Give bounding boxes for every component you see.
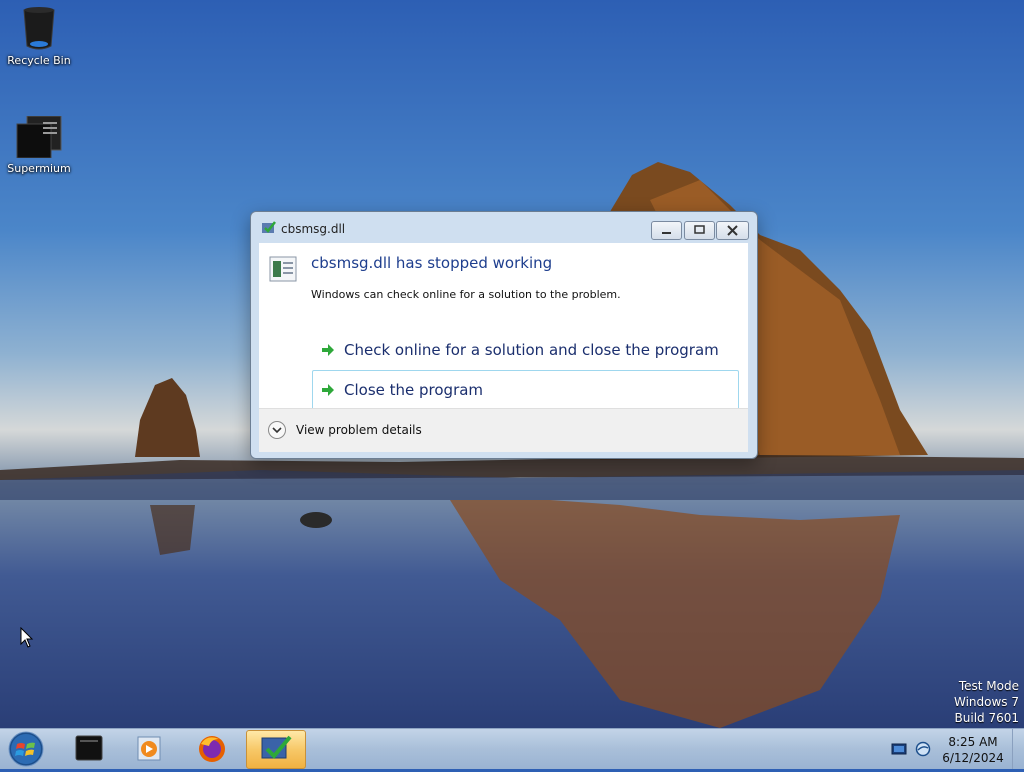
close-button[interactable] <box>716 221 749 240</box>
chevron-down-icon <box>268 421 286 439</box>
mouse-cursor-icon <box>20 627 34 648</box>
dialog-message: Windows can check online for a solution … <box>311 288 621 301</box>
green-arrow-icon <box>322 384 334 396</box>
maximize-icon <box>694 225 705 234</box>
taskbar-terminal[interactable] <box>60 730 118 767</box>
system-clock[interactable]: 8:25 AM 6/12/2024 <box>936 734 1010 766</box>
firefox-icon <box>199 736 225 762</box>
dialog-title: cbsmsg.dll <box>281 222 346 236</box>
check-online-label: Check online for a solution and close th… <box>344 341 719 359</box>
windows-logo-icon <box>8 731 44 767</box>
error-dialog: cbsmsg.dll cbsmsg.dll has stopped workin… <box>250 211 758 459</box>
error-reporting-icon <box>261 735 292 759</box>
dialog-body: cbsmsg.dll has stopped working Windows c… <box>259 243 748 410</box>
show-desktop-button[interactable] <box>1012 729 1024 769</box>
program-window-icon <box>269 256 297 282</box>
taskbar: 8:25 AM 6/12/2024 <box>0 728 1024 769</box>
green-arrow-icon <box>322 344 334 356</box>
terminal-icon <box>75 735 103 761</box>
error-reporting-icon <box>262 221 276 233</box>
close-icon <box>727 225 738 236</box>
supermium-label: Supermium <box>7 162 71 175</box>
dialog-footer: View problem details <box>259 408 748 452</box>
close-program-button[interactable]: Close the program <box>312 370 739 410</box>
clock-date: 6/12/2024 <box>942 751 1004 765</box>
view-details-toggle[interactable]: View problem details <box>267 418 447 442</box>
clock-time: 8:25 AM <box>948 735 998 749</box>
close-program-label: Close the program <box>344 381 484 399</box>
dialog-titlebar[interactable]: cbsmsg.dll <box>251 212 757 242</box>
dialog-heading: cbsmsg.dll has stopped working <box>311 254 553 272</box>
minimize-icon <box>662 232 671 234</box>
test-mode-watermark: Test Mode Windows 7 Build 7601 <box>954 678 1019 726</box>
taskbar-error-reporting[interactable] <box>246 730 306 769</box>
minimize-button[interactable] <box>651 221 682 240</box>
taskbar-firefox[interactable] <box>183 730 241 767</box>
media-player-icon <box>137 736 161 761</box>
network-tray-icon[interactable] <box>915 741 931 757</box>
desktop-icon-supermium[interactable]: Supermium <box>0 115 78 175</box>
desktop-icon-recycle-bin[interactable]: Recycle Bin <box>0 6 78 67</box>
start-button[interactable] <box>6 730 46 768</box>
taskbar-media-player[interactable] <box>120 730 178 767</box>
watermark-line: Windows 7 <box>953 695 1019 709</box>
supermium-icon <box>15 115 63 159</box>
watermark-line: Test Mode <box>958 679 1019 693</box>
recycle-bin-icon <box>21 6 57 50</box>
display-tray-icon[interactable] <box>891 741 907 757</box>
watermark-line: Build 7601 <box>954 711 1019 725</box>
maximize-button[interactable] <box>684 221 715 240</box>
check-online-button[interactable]: Check online for a solution and close th… <box>312 330 739 370</box>
view-details-label: View problem details <box>296 423 422 437</box>
recycle-bin-label: Recycle Bin <box>7 54 71 67</box>
